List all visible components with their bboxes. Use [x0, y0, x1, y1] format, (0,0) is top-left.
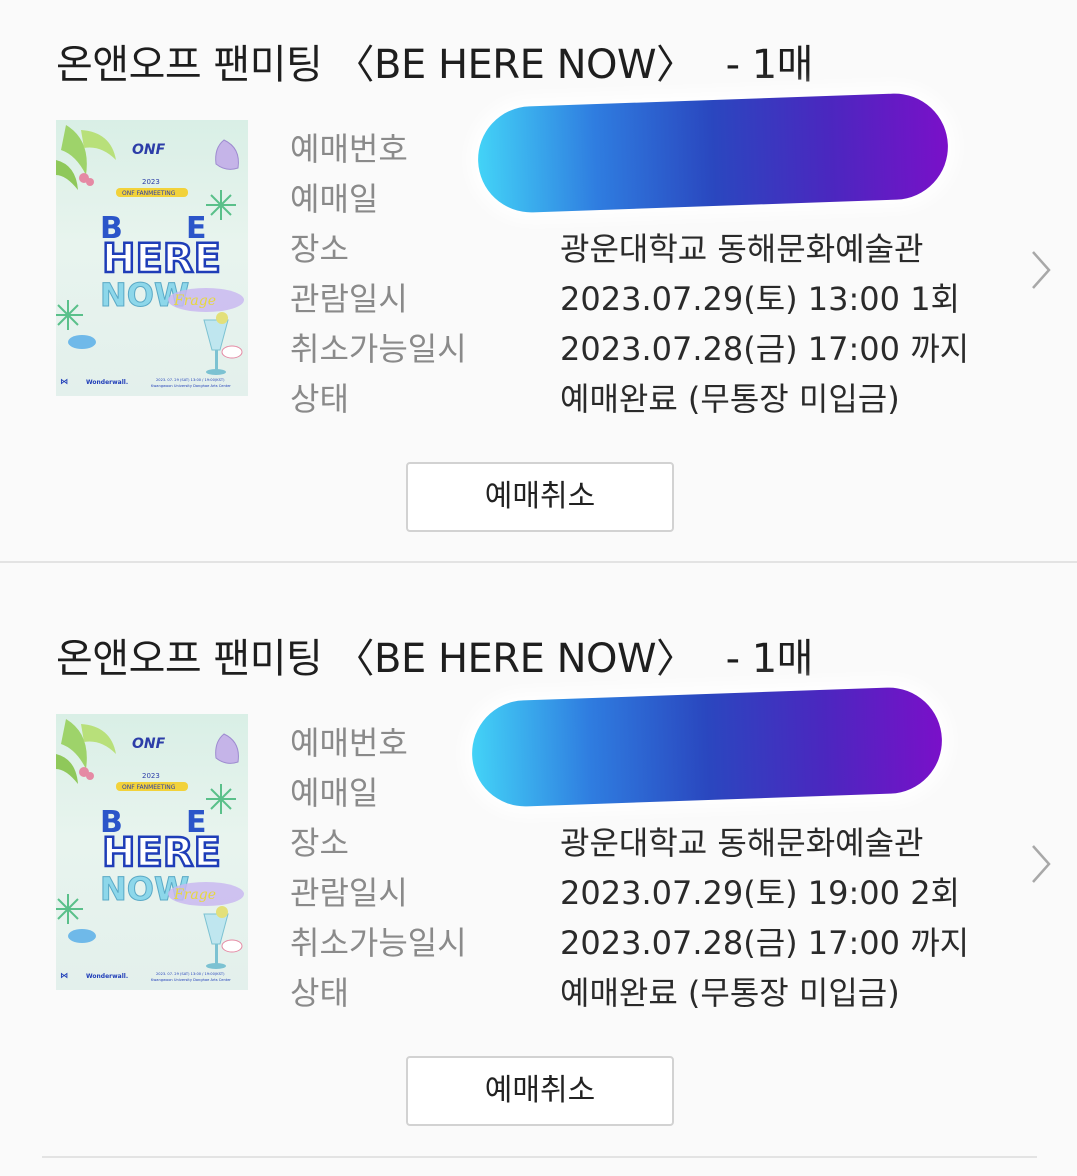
- booking-card[interactable]: 온앤오프 팬미팅 〈BE HERE NOW〉 - 1매 ONF 2023 ONF …: [0, 594, 1077, 1154]
- show-datetime-row: 관람일시 2023.07.29(토) 19:00 2회: [290, 868, 990, 918]
- redaction-mark: [476, 91, 950, 215]
- cancel-booking-button[interactable]: 예매취소: [406, 1056, 674, 1126]
- cancel-deadline-row: 취소가능일시 2023.07.28(금) 17:00 까지: [290, 324, 990, 374]
- svg-text:ONF FANMEETING: ONF FANMEETING: [122, 190, 176, 197]
- ticket-quantity: - 1매: [725, 636, 814, 682]
- booking-number-label: 예매번호: [290, 130, 408, 168]
- svg-text:2023. 07. 29 (SAT) 13:00 / 19:: 2023. 07. 29 (SAT) 13:00 / 19:00(KST): [156, 972, 225, 976]
- event-poster: ONF 2023 ONF FANMEETING B E HERE NOW Fra…: [56, 714, 248, 990]
- status-value: 예매완료 (무통장 미입금): [560, 380, 900, 418]
- svg-text:2023: 2023: [142, 772, 160, 780]
- svg-text:Frage: Frage: [173, 293, 216, 309]
- card-divider: [0, 561, 1077, 563]
- status-row: 상태 예매완료 (무통장 미입금): [290, 374, 990, 424]
- show-datetime-value: 2023.07.29(토) 19:00 2회: [560, 874, 960, 912]
- status-label: 상태: [290, 974, 349, 1012]
- show-datetime-label: 관람일시: [290, 280, 408, 318]
- booking-title: 온앤오프 팬미팅 〈BE HERE NOW〉 - 1매: [56, 634, 813, 684]
- svg-text:ONF: ONF: [132, 736, 166, 752]
- cancel-deadline-row: 취소가능일시 2023.07.28(금) 17:00 까지: [290, 918, 990, 968]
- show-datetime-row: 관람일시 2023.07.29(토) 13:00 1회: [290, 274, 990, 324]
- cancel-deadline-label: 취소가능일시: [290, 330, 467, 368]
- svg-text:ONF FANMEETING: ONF FANMEETING: [122, 784, 176, 791]
- redaction-mark: [470, 685, 944, 809]
- show-datetime-value: 2023.07.29(토) 13:00 1회: [560, 280, 960, 318]
- svg-text:ONF: ONF: [132, 142, 166, 158]
- booking-date-label: 예매일: [290, 180, 379, 218]
- cancel-booking-button[interactable]: 예매취소: [406, 462, 674, 532]
- booking-list: 온앤오프 팬미팅 〈BE HERE NOW〉 - 1매 ONF 2023 ONF …: [0, 0, 1077, 1176]
- svg-text:Kwangwoon University Donghae A: Kwangwoon University Donghae Arts Center: [151, 978, 231, 982]
- venue-label: 장소: [290, 230, 349, 268]
- svg-text:2023: 2023: [142, 178, 160, 186]
- venue-value: 광운대학교 동해문화예술관: [560, 824, 924, 862]
- venue-row: 장소 광운대학교 동해문화예술관: [290, 224, 990, 274]
- booking-card[interactable]: 온앤오프 팬미팅 〈BE HERE NOW〉 - 1매 ONF 2023 ONF …: [0, 0, 1077, 560]
- event-poster: ONF 2023 ONF FANMEETING B E HERE NOW Fra…: [56, 120, 248, 396]
- svg-text:⋈: ⋈: [60, 971, 68, 980]
- svg-text:⋈: ⋈: [60, 377, 68, 386]
- status-row: 상태 예매완료 (무통장 미입금): [290, 968, 990, 1018]
- event-title: 온앤오프 팬미팅 〈BE HERE NOW〉: [56, 42, 696, 88]
- svg-text:Frage: Frage: [173, 887, 216, 903]
- chevron-right-icon[interactable]: [1027, 842, 1055, 886]
- show-datetime-label: 관람일시: [290, 874, 408, 912]
- booking-date-label: 예매일: [290, 774, 379, 812]
- svg-text:Wonderwall.: Wonderwall.: [86, 379, 128, 386]
- cancel-deadline-value: 2023.07.28(금) 17:00 까지: [560, 924, 970, 962]
- cancel-deadline-value: 2023.07.28(금) 17:00 까지: [560, 330, 970, 368]
- venue-row: 장소 광운대학교 동해문화예술관: [290, 818, 990, 868]
- status-value: 예매완료 (무통장 미입금): [560, 974, 900, 1012]
- svg-text:Kwangwoon University Donghae A: Kwangwoon University Donghae Arts Center: [151, 384, 231, 388]
- chevron-right-icon[interactable]: [1027, 248, 1055, 292]
- status-label: 상태: [290, 380, 349, 418]
- booking-number-label: 예매번호: [290, 724, 408, 762]
- venue-label: 장소: [290, 824, 349, 862]
- svg-text:2023. 07. 29 (SAT) 13:00 / 19:: 2023. 07. 29 (SAT) 13:00 / 19:00(KST): [156, 378, 225, 382]
- cancel-deadline-label: 취소가능일시: [290, 924, 467, 962]
- ticket-quantity: - 1매: [725, 42, 814, 88]
- card-divider: [42, 1156, 1037, 1158]
- svg-text:Wonderwall.: Wonderwall.: [86, 973, 128, 980]
- venue-value: 광운대학교 동해문화예술관: [560, 230, 924, 268]
- booking-title: 온앤오프 팬미팅 〈BE HERE NOW〉 - 1매: [56, 40, 813, 90]
- event-title: 온앤오프 팬미팅 〈BE HERE NOW〉: [56, 636, 696, 682]
